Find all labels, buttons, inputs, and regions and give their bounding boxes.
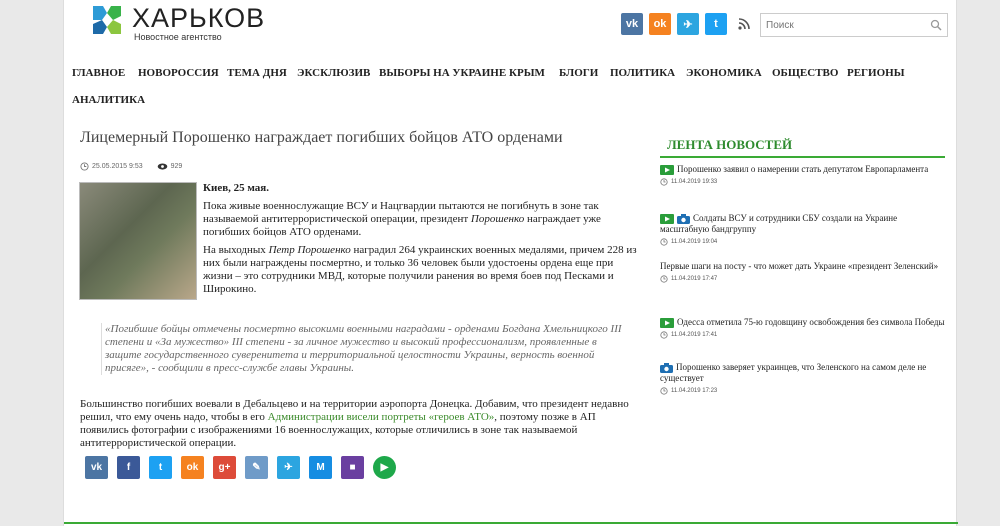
view-count: 929 [170, 163, 183, 170]
nav-item[interactable]: АНАЛИТИКА [72, 94, 145, 106]
clock-icon [660, 178, 668, 186]
page: ХАРЬКОВ Новостное агентство vkok✈t ГЛАВН… [63, 0, 958, 526]
news-feed-date: 11.04.2019 17:41 [671, 332, 718, 338]
odnoklassniki-icon[interactable]: ok [649, 13, 671, 35]
clock-icon [660, 275, 668, 283]
logo-icon[interactable] [91, 4, 123, 36]
livejournal-icon[interactable]: ✎ [245, 456, 268, 479]
news-feed-item[interactable]: Первые шаги на посту - что может дать Ук… [660, 261, 945, 283]
moimir-icon[interactable]: M [309, 456, 332, 479]
search-input[interactable] [761, 14, 921, 36]
article-title: Лицемерный Порошенко награждает погибших… [80, 129, 563, 146]
share-buttons: vk f t ok g+ ✎ ✈ M ■ ▶ [85, 456, 396, 479]
article-body: Киев, 25 мая. Пока живые военнослужащие … [203, 182, 638, 301]
vk-icon[interactable]: vk [621, 13, 643, 35]
facebook-icon[interactable]: f [117, 456, 140, 479]
google-plus-icon[interactable]: g+ [213, 456, 236, 479]
search-box [760, 13, 948, 37]
news-feed-title: ЛЕНТА НОВОСТЕЙ [667, 137, 793, 152]
article-meta: 25.05.2015 9:53 929 [80, 162, 182, 171]
vk-icon[interactable]: vk [85, 456, 108, 479]
footer-divider [64, 522, 958, 524]
news-feed-headline[interactable]: Одесса отметила 75-ю годовщину освобожде… [677, 317, 945, 327]
rss-icon[interactable] [733, 13, 755, 35]
odnoklassniki-icon[interactable]: ok [181, 456, 204, 479]
news-feed-headline[interactable]: Первые шаги на посту - что может дать Ук… [660, 261, 938, 271]
nav-item[interactable]: ЭКСКЛЮЗИВ [297, 67, 370, 79]
article-quote: «Погибшие бойцы отмечены посмертно высок… [101, 323, 631, 375]
news-feed-date: 11.04.2019 19:04 [671, 239, 718, 245]
site-subtitle: Новостное агентство [134, 32, 222, 42]
news-feed-date: 11.04.2019 19:33 [671, 179, 718, 185]
news-feed-date: 11.04.2019 17:47 [671, 276, 718, 282]
nav-item[interactable]: НОВОРОССИЯ [138, 67, 219, 79]
article-paragraph: Большинство погибших воевали в Дебальцев… [80, 398, 629, 449]
video-icon [660, 164, 674, 175]
nav-item[interactable]: ТЕМА ДНЯ [227, 67, 287, 79]
article-paragraph: На выходных Петр Порошенко наградил 264 … [203, 244, 637, 295]
clock-icon [660, 238, 668, 246]
social-links: vk ok ✈ t [621, 13, 755, 35]
play-icon[interactable]: ▶ [373, 456, 396, 479]
nav-item[interactable]: ГЛАВНОЕ [72, 67, 125, 79]
article-link[interactable]: Администрации висели портреты «героев АТ… [268, 411, 495, 423]
clock-icon [80, 162, 89, 171]
video-icon [660, 317, 674, 328]
clock-icon [660, 387, 668, 395]
camera-icon [677, 213, 690, 224]
article-lead: Киев, 25 мая. [203, 182, 270, 194]
news-feed-headline[interactable]: Солдаты ВСУ и сотрудники СБУ создали на … [660, 213, 897, 234]
article-paragraph: Пока живые военнослужащие ВСУ и Нацгвард… [203, 200, 601, 238]
telegram-icon[interactable]: ✈ [277, 456, 300, 479]
search-icon[interactable] [930, 19, 942, 31]
nav-item[interactable]: ОБЩЕСТВО [772, 67, 838, 79]
clock-icon [660, 331, 668, 339]
news-feed-item[interactable]: Порошенко заявил о намерении стать депут… [660, 164, 945, 186]
article-photo [79, 182, 197, 300]
twitter-icon[interactable]: t [705, 13, 727, 35]
nav-item[interactable]: ПОЛИТИКА [610, 67, 675, 79]
news-feed-headline[interactable]: Порошенко заявил о намерении стать депут… [677, 164, 928, 174]
nav-item[interactable]: РЕГИОНЫ [847, 67, 905, 79]
camera-icon [660, 362, 673, 373]
site-title[interactable]: ХАРЬКОВ [132, 3, 265, 34]
divider [660, 156, 945, 158]
nav-item[interactable]: ЭКОНОМИКА [686, 67, 762, 79]
nav-item[interactable]: КРЫМ [509, 67, 545, 79]
news-feed-item[interactable]: Солдаты ВСУ и сотрудники СБУ создали на … [660, 213, 945, 246]
news-feed-headline[interactable]: Порошенко заверяет украинцев, что Зеленс… [660, 362, 926, 383]
bookmark-icon[interactable]: ■ [341, 456, 364, 479]
article-date: 25.05.2015 9:53 [92, 163, 143, 170]
eye-icon [157, 163, 167, 170]
nav-item[interactable]: ВЫБОРЫ НА УКРАИНЕ [379, 67, 506, 79]
telegram-icon[interactable]: ✈ [677, 13, 699, 35]
news-feed-date: 11.04.2019 17:23 [671, 388, 718, 394]
nav-item[interactable]: БЛОГИ [559, 67, 598, 79]
news-feed-item[interactable]: Одесса отметила 75-ю годовщину освобожде… [660, 317, 945, 339]
news-feed-item[interactable]: Порошенко заверяет украинцев, что Зеленс… [660, 362, 945, 395]
video-icon [660, 213, 674, 224]
twitter-icon[interactable]: t [149, 456, 172, 479]
